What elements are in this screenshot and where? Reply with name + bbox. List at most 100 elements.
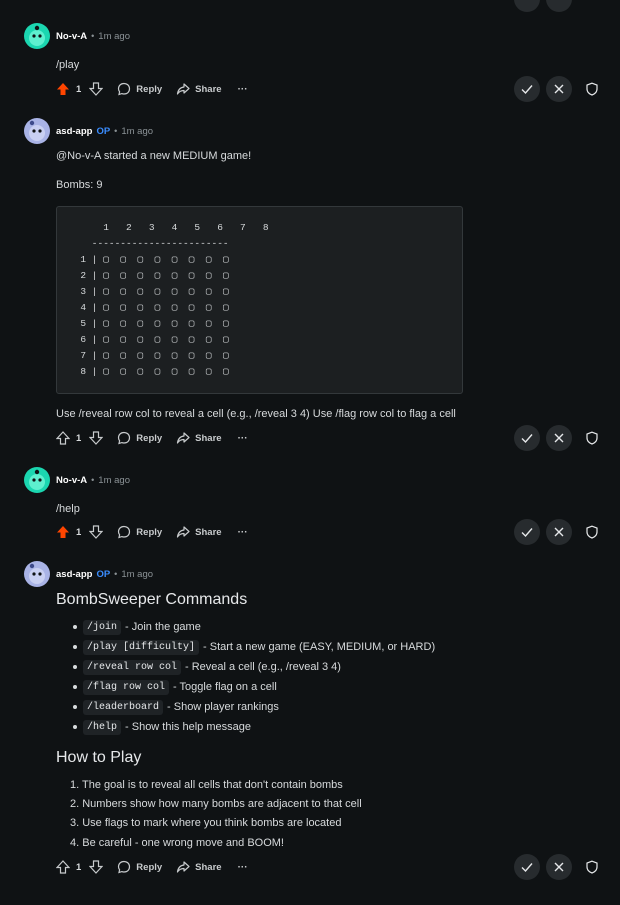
command-code: /reveal row col <box>83 659 182 675</box>
grid-line: 1 2 3 4 5 6 7 8 <box>69 222 269 233</box>
approve-button[interactable] <box>514 854 540 880</box>
downvote-icon[interactable] <box>89 525 104 539</box>
upvote-icon[interactable] <box>56 431 70 445</box>
approve-button[interactable] <box>514 425 540 451</box>
vote-score: 1 <box>76 83 82 95</box>
approve-button[interactable] <box>514 519 540 545</box>
username[interactable]: No-v-A <box>56 31 87 42</box>
shield-icon <box>586 525 598 539</box>
grid-line: 5 | ▢ ▢ ▢ ▢ ▢ ▢ ▢ ▢ <box>69 318 229 329</box>
list-item: /play [difficulty] - Start a new game (EA… <box>56 637 435 657</box>
grid-line: 3 | ▢ ▢ ▢ ▢ ▢ ▢ ▢ ▢ <box>69 286 229 297</box>
more-options-icon[interactable]: ··· <box>238 862 248 873</box>
reply-icon <box>118 431 131 445</box>
username[interactable]: asd-app <box>56 569 92 580</box>
mod-shield-button[interactable] <box>582 858 602 876</box>
mod-shield-button[interactable] <box>582 523 602 541</box>
approve-button[interactable] <box>514 76 540 102</box>
command-desc: - Start a new game (EASY, MEDIUM, or HAR… <box>203 641 436 653</box>
shield-icon <box>586 82 598 96</box>
command-desc: - Toggle flag on a cell <box>173 681 277 693</box>
list-item: /leaderboard - Show player rankings <box>56 697 435 717</box>
timestamp[interactable]: 1m ago <box>98 475 130 486</box>
upvote-icon[interactable] <box>56 82 70 96</box>
comment-text: /play <box>56 59 80 71</box>
more-options-icon[interactable]: ··· <box>238 84 248 95</box>
grid-line: 7 | ▢ ▢ ▢ ▢ ▢ ▢ ▢ ▢ <box>69 350 229 361</box>
downvote-icon[interactable] <box>89 82 104 96</box>
reply-icon <box>118 82 131 96</box>
command-list: /join - Join the game /play [difficulty] -… <box>56 617 435 737</box>
remove-button[interactable] <box>546 76 572 102</box>
close-icon <box>554 527 564 537</box>
share-button[interactable]: Share <box>176 525 222 539</box>
reply-button[interactable]: Reply <box>117 431 162 445</box>
downvote-icon[interactable] <box>89 431 104 445</box>
list-item: /help - Show this help message <box>56 717 435 737</box>
shield-icon <box>586 431 598 445</box>
command-desc: - Show this help message <box>125 721 251 733</box>
share-icon <box>177 526 190 538</box>
more-options-icon[interactable]: ··· <box>238 527 248 538</box>
avatar[interactable] <box>24 467 50 493</box>
comment-text: /help <box>56 503 80 515</box>
command-code: /join <box>83 619 122 635</box>
list-item: 4. Be careful - one wrong move and BOOM! <box>70 836 284 849</box>
close-icon <box>554 862 564 872</box>
remove-button[interactable] <box>546 0 572 12</box>
username[interactable]: No-v-A <box>56 475 87 486</box>
approve-button[interactable] <box>514 0 540 12</box>
comment-text: @No-v-A started a new MEDIUM game! <box>56 150 252 162</box>
vote-score: 1 <box>76 526 82 538</box>
command-code: /flag row col <box>83 679 170 695</box>
partial-action-row <box>0 0 620 12</box>
command-desc: - Join the game <box>125 621 201 633</box>
avatar[interactable] <box>24 118 50 144</box>
upvote-icon[interactable] <box>56 525 70 539</box>
share-button[interactable]: Share <box>176 431 222 445</box>
mod-shield-button[interactable] <box>582 80 602 98</box>
remove-button[interactable] <box>546 425 572 451</box>
vote-score: 1 <box>76 861 82 873</box>
reply-button[interactable]: Reply <box>117 525 162 539</box>
timestamp[interactable]: 1m ago <box>121 569 153 580</box>
check-icon <box>521 434 533 444</box>
grid-line: ------------------------ <box>69 238 229 249</box>
grid-line: 6 | ▢ ▢ ▢ ▢ ▢ ▢ ▢ ▢ <box>69 334 229 345</box>
remove-button[interactable] <box>546 854 572 880</box>
avatar[interactable] <box>24 23 50 49</box>
command-code: /leaderboard <box>83 699 164 715</box>
reply-button[interactable]: Reply <box>117 860 162 874</box>
share-button[interactable]: Share <box>176 860 222 874</box>
grid-line: 8 | ▢ ▢ ▢ ▢ ▢ ▢ ▢ ▢ <box>69 366 229 377</box>
op-badge: OP <box>96 125 111 137</box>
timestamp[interactable]: 1m ago <box>121 126 153 137</box>
reply-icon <box>118 860 131 874</box>
grid-line: 1 | ▢ ▢ ▢ ▢ ▢ ▢ ▢ ▢ <box>69 254 229 265</box>
vote-score: 1 <box>76 432 82 444</box>
more-options-icon[interactable]: ··· <box>238 433 248 444</box>
upvote-icon[interactable] <box>56 860 70 874</box>
list-item: /join - Join the game <box>56 617 435 637</box>
username[interactable]: asd-app <box>56 126 92 137</box>
grid-line: 2 | ▢ ▢ ▢ ▢ ▢ ▢ ▢ ▢ <box>69 270 229 281</box>
separator-dot: • <box>91 475 95 485</box>
list-item: 2. Numbers show how many bombs are adjac… <box>70 797 362 810</box>
share-icon <box>177 432 190 444</box>
remove-button[interactable] <box>546 519 572 545</box>
mod-shield-button[interactable] <box>582 429 602 447</box>
reply-button[interactable]: Reply <box>117 82 162 96</box>
check-icon <box>521 863 533 873</box>
grid-line: 4 | ▢ ▢ ▢ ▢ ▢ ▢ ▢ ▢ <box>69 302 229 313</box>
comment-text: Bombs: 9 <box>56 179 103 191</box>
shield-icon <box>586 860 598 874</box>
section-heading: BombSweeper Commands <box>56 591 248 608</box>
list-item: /reveal row col - Reveal a cell (e.g., /r… <box>56 657 435 677</box>
check-icon <box>521 85 533 95</box>
avatar[interactable] <box>24 561 50 587</box>
comment-text: Use /reveal row col to reveal a cell (e.… <box>56 408 456 420</box>
command-code: /play [difficulty] <box>83 639 200 655</box>
downvote-icon[interactable] <box>89 860 104 874</box>
timestamp[interactable]: 1m ago <box>98 31 130 42</box>
share-button[interactable]: Share <box>176 82 222 96</box>
